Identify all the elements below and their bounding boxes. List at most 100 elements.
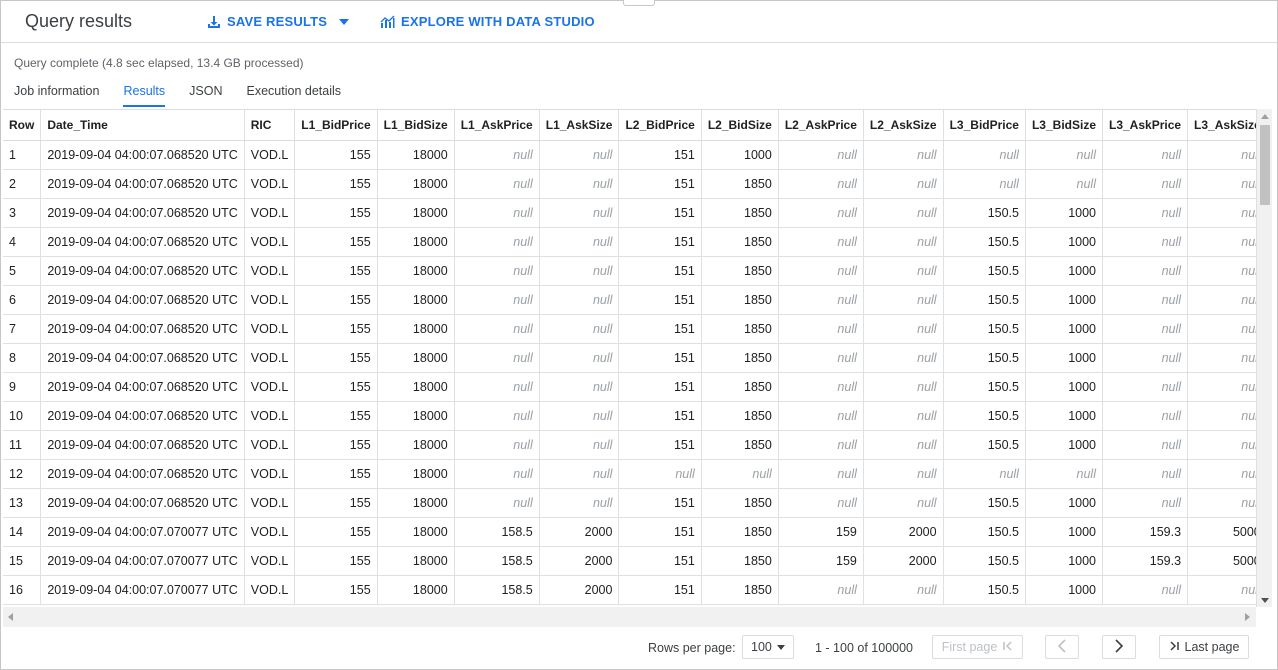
table-cell[interactable]: 2019-09-04 04:00:07.068520 UTC	[40, 488, 245, 518]
table-cell[interactable]: null	[863, 227, 944, 257]
table-cell[interactable]: null	[778, 430, 864, 460]
table-cell[interactable]: VOD.L	[244, 140, 296, 170]
table-cell[interactable]: 151	[618, 227, 702, 257]
table-cell[interactable]: null	[778, 459, 864, 489]
table-cell[interactable]: null	[1025, 459, 1104, 489]
table-cell[interactable]: 155	[294, 285, 378, 315]
table-cell[interactable]: null	[539, 285, 620, 315]
previous-page-button[interactable]	[1045, 635, 1079, 659]
table-cell[interactable]: 18000	[377, 517, 455, 547]
table-cell[interactable]: 10	[3, 401, 42, 431]
table-cell[interactable]: 158.5	[454, 517, 540, 547]
table-cell[interactable]: 18000	[377, 430, 455, 460]
table-cell[interactable]: 155	[294, 314, 378, 344]
tab-json[interactable]: JSON	[189, 79, 222, 107]
table-cell[interactable]: null	[778, 169, 864, 199]
table-cell[interactable]: 155	[294, 227, 378, 257]
table-cell[interactable]: VOD.L	[244, 459, 296, 489]
table-cell[interactable]: 155	[294, 546, 378, 576]
table-cell[interactable]: 151	[618, 285, 702, 315]
table-cell[interactable]: 1000	[1025, 256, 1104, 286]
table-cell[interactable]: 155	[294, 343, 378, 373]
table-cell[interactable]: 18000	[377, 198, 455, 228]
table-cell[interactable]: VOD.L	[244, 546, 296, 576]
table-cell[interactable]: 18000	[377, 227, 455, 257]
table-cell[interactable]: null	[454, 459, 540, 489]
table-cell[interactable]: 2019-09-04 04:00:07.068520 UTC	[40, 430, 245, 460]
table-cell[interactable]: 151	[618, 575, 702, 605]
column-header[interactable]: L2_BidSize	[701, 110, 779, 141]
column-header[interactable]: L3_AskSize	[1187, 110, 1256, 141]
table-row[interactable]: 15 2019-09-04 04:00:07.070077 UTC VOD.L 155…	[3, 546, 1256, 576]
table-row[interactable]: 13 2019-09-04 04:00:07.068520 UTC VOD.L 155…	[3, 488, 1256, 518]
table-cell[interactable]: 151	[618, 372, 702, 402]
table-cell[interactable]: null	[943, 169, 1026, 199]
table-cell[interactable]: 2019-09-04 04:00:07.068520 UTC	[40, 256, 245, 286]
table-cell[interactable]: 150.5	[943, 256, 1026, 286]
table-cell[interactable]: null	[539, 169, 620, 199]
table-cell[interactable]: null	[1187, 430, 1256, 460]
table-cell[interactable]: 1000	[701, 140, 779, 170]
table-cell[interactable]: 155	[294, 459, 378, 489]
table-cell[interactable]: VOD.L	[244, 575, 296, 605]
table-cell[interactable]: 158.5	[454, 546, 540, 576]
table-cell[interactable]: null	[778, 198, 864, 228]
table-cell[interactable]: 15	[3, 546, 42, 576]
table-cell[interactable]: null	[1102, 169, 1189, 199]
table-cell[interactable]: null	[1187, 459, 1256, 489]
table-cell[interactable]: 2019-09-04 04:00:07.068520 UTC	[40, 459, 245, 489]
column-header[interactable]: L3_AskPrice	[1102, 110, 1189, 141]
table-cell[interactable]: 1850	[701, 198, 779, 228]
table-cell[interactable]: null	[1187, 169, 1256, 199]
table-cell[interactable]: 151	[618, 169, 702, 199]
table-cell[interactable]: 150.5	[943, 343, 1026, 373]
table-cell[interactable]: null	[863, 459, 944, 489]
table-cell[interactable]: null	[1025, 169, 1104, 199]
table-cell[interactable]: null	[1102, 430, 1189, 460]
table-cell[interactable]: 1000	[1025, 488, 1104, 518]
table-cell[interactable]: null	[539, 343, 620, 373]
table-cell[interactable]: null	[863, 140, 944, 170]
table-cell[interactable]: 2019-09-04 04:00:07.068520 UTC	[40, 285, 245, 315]
table-cell[interactable]: 2019-09-04 04:00:07.068520 UTC	[40, 314, 245, 344]
table-cell[interactable]: 155	[294, 169, 378, 199]
table-cell[interactable]: 1850	[701, 343, 779, 373]
table-cell[interactable]: null	[701, 459, 779, 489]
horizontal-scrollbar[interactable]	[3, 607, 1256, 627]
table-cell[interactable]: 155	[294, 256, 378, 286]
table-cell[interactable]: 1850	[701, 430, 779, 460]
table-cell[interactable]: 2000	[863, 546, 944, 576]
table-cell[interactable]: null	[778, 401, 864, 431]
table-cell[interactable]: 151	[618, 546, 702, 576]
table-cell[interactable]: 150.5	[943, 372, 1026, 402]
table-cell[interactable]: null	[539, 227, 620, 257]
table-cell[interactable]: null	[454, 372, 540, 402]
table-cell[interactable]: null	[454, 227, 540, 257]
table-cell[interactable]: null	[454, 285, 540, 315]
table-cell[interactable]: VOD.L	[244, 343, 296, 373]
table-cell[interactable]: null	[863, 169, 944, 199]
table-cell[interactable]: 2019-09-04 04:00:07.070077 UTC	[40, 575, 245, 605]
table-cell[interactable]: 151	[618, 488, 702, 518]
table-cell[interactable]: 1850	[701, 517, 779, 547]
table-cell[interactable]: null	[539, 372, 620, 402]
table-cell[interactable]: 5	[3, 256, 42, 286]
table-cell[interactable]: 151	[618, 430, 702, 460]
table-cell[interactable]: null	[1102, 314, 1189, 344]
table-cell[interactable]: null	[778, 488, 864, 518]
table-row[interactable]: 2 2019-09-04 04:00:07.068520 UTC VOD.L 155 1…	[3, 169, 1256, 199]
table-cell[interactable]: 1850	[701, 314, 779, 344]
table-cell[interactable]: 151	[618, 343, 702, 373]
table-cell[interactable]: null	[454, 343, 540, 373]
column-header[interactable]: Date_Time	[40, 110, 245, 141]
table-cell[interactable]: 151	[618, 401, 702, 431]
results-grid[interactable]: Row Date_Time RIC L1_BidPrice L1_BidSize L1_A…	[3, 109, 1256, 607]
table-cell[interactable]: VOD.L	[244, 372, 296, 402]
scroll-up-arrow-icon[interactable]	[1261, 114, 1269, 119]
table-cell[interactable]: null	[1102, 488, 1189, 518]
table-row[interactable]: 14 2019-09-04 04:00:07.070077 UTC VOD.L 155…	[3, 517, 1256, 547]
table-cell[interactable]: null	[1187, 575, 1256, 605]
table-row[interactable]: 8 2019-09-04 04:00:07.068520 UTC VOD.L 155 1…	[3, 343, 1256, 373]
table-row[interactable]: 7 2019-09-04 04:00:07.068520 UTC VOD.L 155 1…	[3, 314, 1256, 344]
table-cell[interactable]: 1850	[701, 546, 779, 576]
